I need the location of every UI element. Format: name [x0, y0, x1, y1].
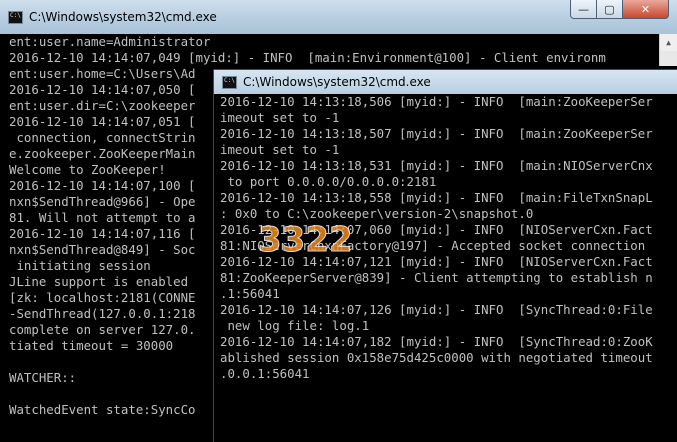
console-line: 81:ZooKeeperServer@839] - Client attempt… — [220, 270, 653, 285]
console-line: 2016-12-10 14:14:07,121 [myid:] - INFO [… — [220, 254, 653, 269]
console-line: 2016-12-10 14:13:18,507 [myid:] - INFO [… — [220, 126, 653, 141]
cmd-window-front[interactable]: C:\Windows\system32\cmd.exe 2016-12-10 1… — [214, 70, 677, 442]
console-output-front[interactable]: 2016-12-10 14:13:18,506 [myid:] - INFO [… — [220, 94, 677, 442]
minimize-button[interactable]: — — [570, 0, 597, 19]
title-bar-front[interactable]: C:\Windows\system32\cmd.exe — [214, 70, 677, 94]
window-controls: — ▢ ✕ — [570, 0, 669, 20]
cmd-icon — [222, 75, 237, 89]
close-button[interactable]: ✕ — [623, 0, 669, 19]
window-title-front: C:\Windows\system32\cmd.exe — [243, 75, 431, 89]
title-bar-back[interactable]: C:\Windows\system32\cmd.exe — ▢ ✕ — [0, 0, 677, 34]
maximize-button[interactable]: ▢ — [597, 0, 623, 19]
console-line: 2016-12-10 14:14:07,049 [myid:] - INFO [… — [9, 50, 606, 65]
console-line: 2016-12-10 14:13:18,531 [myid:] - INFO [… — [220, 158, 653, 173]
console-line: .0.0.1:56041 — [220, 366, 310, 381]
scroll-up-arrow-icon[interactable]: ▲ — [660, 34, 677, 51]
console-line: : 0x0 to C:\zookeeper\version-2\snapshot… — [220, 206, 534, 221]
console-line: 2016-12-10 14:14:07,126 [myid:] - INFO [… — [220, 302, 653, 317]
console-line: imeout set to -1 — [220, 110, 340, 125]
console-line: ent:user.name=Administrator — [9, 34, 211, 49]
console-line: new log file: log.1 — [220, 318, 370, 333]
console-line: to port 0.0.0.0/0.0.0.0:2181 — [220, 174, 437, 189]
console-line: imeout set to -1 — [220, 142, 340, 157]
console-line: .1:56041 — [220, 286, 280, 301]
console-line: ablished session 0x158e75d425c0000 with … — [220, 350, 653, 365]
console-line: 2016-12-10 14:14:07,182 [myid:] - INFO [… — [220, 334, 653, 349]
window-title-back: C:\Windows\system32\cmd.exe — [29, 10, 217, 24]
console-line: 2016-12-10 14:13:18,558 [myid:] - INFO [… — [220, 190, 653, 205]
cmd-icon — [8, 10, 23, 24]
console-line: 2016-12-10 14:14:07,060 [myid:] - INFO [… — [220, 222, 653, 237]
scrollbar-back[interactable]: ▲ — [659, 34, 677, 66]
console-line: 2016-12-10 14:13:18,506 [myid:] - INFO [… — [220, 94, 653, 109]
console-line: 81:NIOServerCnxnFactory@197] - Accepted … — [220, 238, 646, 253]
